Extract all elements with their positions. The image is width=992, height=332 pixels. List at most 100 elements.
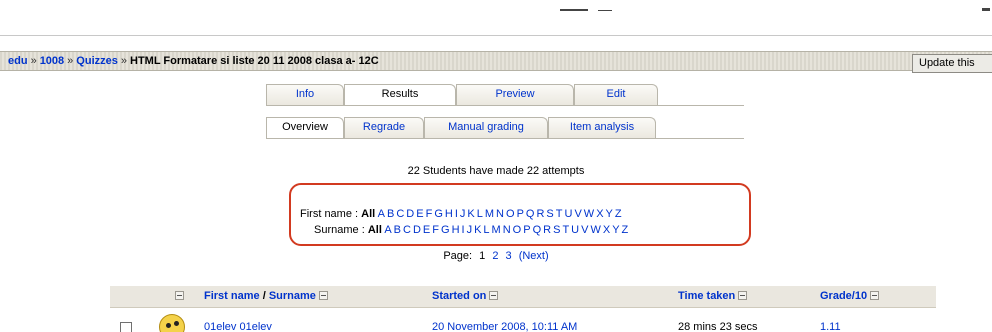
surname-letter-c[interactable]: C [403, 224, 411, 236]
first-name-letter-v[interactable]: V [574, 208, 581, 220]
breadcrumb-separator: » [120, 55, 127, 67]
first-name-letter-u[interactable]: U [565, 208, 573, 220]
first-name-filter: First name : All ABCDEFGHIJKLMNOPQRSTUVW… [300, 208, 750, 220]
first-name-filter-all[interactable]: All [361, 208, 375, 220]
sort-first-name-link[interactable]: First name [204, 290, 260, 302]
tab-results[interactable]: Results [344, 84, 456, 105]
surname-letter-q[interactable]: Q [533, 224, 542, 236]
first-name-letter-t[interactable]: T [556, 208, 563, 220]
first-name-letter-m[interactable]: M [485, 208, 494, 220]
first-name-filter-label: First name : [300, 208, 359, 220]
surname-letter-i[interactable]: I [462, 224, 465, 236]
surname-letter-w[interactable]: W [590, 224, 600, 236]
first-name-letter-c[interactable]: C [396, 208, 404, 220]
sort-surname-link[interactable]: Surname [269, 290, 316, 302]
pagination-page-3[interactable]: 3 [506, 250, 512, 262]
first-name-letter-k[interactable]: K [467, 208, 474, 220]
first-name-letter-g[interactable]: G [434, 208, 443, 220]
surname-letter-z[interactable]: Z [622, 224, 629, 236]
user-avatar[interactable] [159, 314, 185, 332]
breadcrumb-course[interactable]: 1008 [40, 55, 64, 67]
avatar-eye [174, 321, 179, 326]
collapse-column-icon[interactable] [318, 291, 328, 300]
surname-letter-p[interactable]: P [523, 224, 530, 236]
tab-edit[interactable]: Edit [574, 84, 658, 105]
first-name-letter-a[interactable]: A [378, 208, 385, 220]
surname-letter-j[interactable]: J [467, 224, 473, 236]
surname-letter-s[interactable]: S [553, 224, 560, 236]
collapse-column-icon[interactable] [175, 291, 184, 300]
collapse-column-icon[interactable] [870, 291, 880, 300]
row-select-checkbox[interactable] [120, 322, 132, 332]
sort-started-link[interactable]: Started on [432, 290, 486, 302]
pagination-page-2[interactable]: 2 [492, 250, 498, 262]
tab-manual-grading[interactable]: Manual grading [424, 117, 548, 138]
surname-filter-label: Surname : [314, 224, 365, 236]
surname-letter-y[interactable]: Y [612, 224, 619, 236]
surname-letter-e[interactable]: E [423, 224, 430, 236]
surname-letter-o[interactable]: O [513, 224, 522, 236]
first-name-letter-n[interactable]: N [496, 208, 504, 220]
surname-letter-t[interactable]: T [562, 224, 569, 236]
name-header-separator: / [259, 290, 269, 302]
update-quiz-button[interactable]: Update this [912, 54, 992, 73]
tab-info[interactable]: Info [266, 84, 344, 105]
pagination-current-page: 1 [479, 250, 486, 262]
top-decoration [598, 10, 612, 11]
surname-letter-m[interactable]: M [492, 224, 501, 236]
surname-letter-u[interactable]: U [571, 224, 579, 236]
first-name-letter-l[interactable]: L [477, 208, 483, 220]
first-name-letter-f[interactable]: F [426, 208, 433, 220]
surname-letter-r[interactable]: R [543, 224, 551, 236]
first-name-letter-x[interactable]: X [596, 208, 603, 220]
user-name-link[interactable]: 01elev 01elev [204, 321, 272, 332]
tab-divider [266, 105, 744, 106]
first-name-letter-y[interactable]: Y [606, 208, 613, 220]
surname-letter-b[interactable]: B [394, 224, 401, 236]
breadcrumb-separator: » [67, 55, 74, 67]
grade-link[interactable]: 1.11 [820, 321, 841, 332]
surname-letter-a[interactable]: A [384, 224, 391, 236]
sort-time-link[interactable]: Time taken [678, 290, 735, 302]
first-name-letter-s[interactable]: S [546, 208, 553, 220]
top-decoration [982, 8, 990, 11]
first-name-letter-j[interactable]: J [460, 208, 466, 220]
surname-letter-x[interactable]: X [603, 224, 610, 236]
started-on-link[interactable]: 20 November 2008, 10:11 AM [432, 321, 577, 332]
pagination-next[interactable]: (Next) [519, 250, 549, 262]
surname-letter-l[interactable]: L [483, 224, 489, 236]
surname-letter-d[interactable]: D [413, 224, 421, 236]
tab-preview[interactable]: Preview [456, 84, 574, 105]
surname-letter-n[interactable]: N [503, 224, 511, 236]
first-name-letter-o[interactable]: O [506, 208, 515, 220]
tab-overview[interactable]: Overview [266, 117, 344, 138]
surname-letter-v[interactable]: V [581, 224, 588, 236]
first-name-letter-p[interactable]: P [517, 208, 524, 220]
first-name-letter-w[interactable]: W [584, 208, 594, 220]
first-name-letters: ABCDEFGHIJKLMNOPQRSTUVWXYZ [378, 208, 624, 220]
surname-letter-g[interactable]: G [441, 224, 450, 236]
table-row: 01elev 01elev 20 November 2008, 10:11 AM… [110, 308, 936, 332]
breadcrumb-edu[interactable]: edu [8, 55, 28, 67]
first-name-letter-b[interactable]: B [387, 208, 394, 220]
secondary-tabs: Overview Regrade Manual grading Item ana… [266, 117, 656, 138]
surname-filter: Surname : All ABCDEFGHIJKLMNOPQRSTUVWXYZ [314, 224, 764, 236]
first-name-letter-h[interactable]: H [445, 208, 453, 220]
top-window-area [0, 0, 992, 36]
tab-item-analysis[interactable]: Item analysis [548, 117, 656, 138]
collapse-column-icon[interactable] [489, 291, 499, 300]
first-name-letter-q[interactable]: Q [526, 208, 535, 220]
first-name-letter-r[interactable]: R [536, 208, 544, 220]
breadcrumb-quizzes[interactable]: Quizzes [76, 55, 118, 67]
sort-grade-link[interactable]: Grade/10 [820, 290, 867, 302]
first-name-letter-i[interactable]: I [455, 208, 458, 220]
first-name-letter-d[interactable]: D [406, 208, 414, 220]
collapse-column-icon[interactable] [738, 291, 748, 300]
tab-regrade[interactable]: Regrade [344, 117, 424, 138]
surname-filter-all[interactable]: All [368, 224, 382, 236]
surname-letter-f[interactable]: F [432, 224, 439, 236]
surname-letter-k[interactable]: K [474, 224, 481, 236]
first-name-letter-e[interactable]: E [416, 208, 423, 220]
first-name-letter-z[interactable]: Z [615, 208, 622, 220]
surname-letter-h[interactable]: H [452, 224, 460, 236]
